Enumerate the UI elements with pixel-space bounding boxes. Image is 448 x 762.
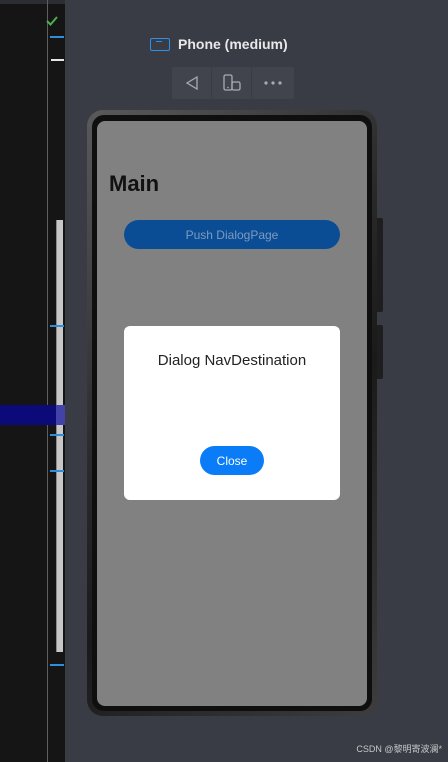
scroll-marker[interactable] xyxy=(51,59,64,61)
push-dialog-page-button[interactable]: Push DialogPage xyxy=(124,220,340,249)
selected-code-line[interactable] xyxy=(0,405,65,425)
volume-button xyxy=(377,218,383,312)
phone-screen: Main Push DialogPage Dialog NavDestinati… xyxy=(97,121,367,706)
scroll-marker[interactable] xyxy=(50,470,64,472)
code-editor-panel xyxy=(0,0,65,762)
more-options-icon xyxy=(264,81,282,85)
page-title: Main xyxy=(109,171,160,196)
check-icon xyxy=(46,16,58,26)
back-button[interactable] xyxy=(172,67,212,99)
device-selector[interactable]: Phone (medium) xyxy=(150,36,288,52)
more-options-button[interactable] xyxy=(252,67,294,99)
rotate-button[interactable] xyxy=(212,67,252,99)
watermark: CSDN @黎明寄波澜* xyxy=(356,744,442,754)
editor-top-bar xyxy=(0,0,65,4)
editor-gutter-divider xyxy=(47,0,48,762)
power-button xyxy=(377,325,383,379)
previewer-toolbar xyxy=(172,67,294,99)
dialog-title: Dialog NavDestination xyxy=(157,352,307,369)
scroll-marker[interactable] xyxy=(50,36,64,38)
dialog-box: Dialog NavDestination Close xyxy=(124,326,340,500)
rotate-device-icon xyxy=(222,74,241,91)
editor-scrollbar[interactable] xyxy=(56,220,63,652)
back-triangle-icon xyxy=(185,75,198,91)
scroll-marker[interactable] xyxy=(50,664,64,666)
close-button[interactable]: Close xyxy=(200,446,264,475)
phone-device-icon xyxy=(150,37,170,51)
device-name: Phone (medium) xyxy=(178,36,288,52)
scroll-marker[interactable] xyxy=(50,325,64,327)
scroll-marker[interactable] xyxy=(50,434,64,436)
